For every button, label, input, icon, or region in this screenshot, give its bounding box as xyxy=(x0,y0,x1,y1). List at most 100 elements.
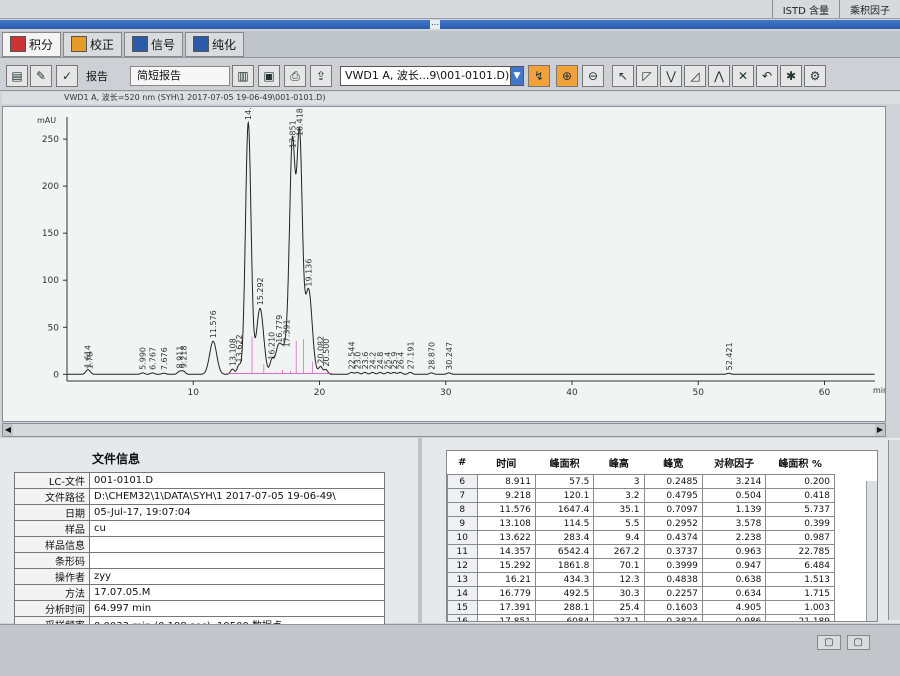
window-title-bar: ⋯ xyxy=(0,20,900,29)
panel-divider[interactable] xyxy=(418,438,422,623)
peak-table-header[interactable]: 峰宽 xyxy=(644,451,703,475)
settings-icon[interactable]: ⚙ xyxy=(804,65,826,87)
peak-label: 28.870 xyxy=(427,342,436,370)
file-info-value xyxy=(89,552,385,569)
file-info-row: 样品信息 xyxy=(14,536,385,553)
scroll-left-icon[interactable]: ◀ xyxy=(3,424,13,436)
right-scrollbar[interactable] xyxy=(888,440,900,620)
table-cell: 0.2257 xyxy=(643,586,703,601)
report-label: 报告 xyxy=(86,70,108,83)
tab-integration[interactable]: 积分 xyxy=(2,31,62,57)
tool-icon[interactable]: ✱ xyxy=(780,65,802,87)
table-cell: 0.4795 xyxy=(643,488,703,503)
tab-signal[interactable]: 信号 xyxy=(124,31,184,57)
table-row[interactable]: 9 13.108 114.5 5.5 0.2952 3.578 0.399 xyxy=(447,516,835,531)
table-cell: 16 xyxy=(447,614,478,621)
print-preview-icon[interactable]: ▥ xyxy=(232,65,254,87)
export-icon[interactable]: ⇪ xyxy=(310,65,332,87)
table-cell: 15.292 xyxy=(476,558,536,573)
table-row[interactable]: 6 8.911 57.5 3 0.2485 3.214 0.200 xyxy=(447,474,835,489)
table-row[interactable]: 16 17.851 6084 237.1 0.3824 0.986 21.189 xyxy=(447,614,835,621)
table-cell: 1861.8 xyxy=(534,558,595,573)
table-cell: 6084 xyxy=(534,614,595,621)
peak-table-header[interactable]: 峰高 xyxy=(593,451,644,475)
grip-handle-icon[interactable]: ⋯ xyxy=(430,20,440,29)
calibration-icon xyxy=(71,36,88,52)
table-row[interactable]: 10 13.622 283.4 9.4 0.4374 2.238 0.987 xyxy=(447,530,835,545)
table-cell: 7 xyxy=(447,488,478,503)
table-cell: 114.5 xyxy=(534,516,595,531)
load-icon[interactable]: ▤ xyxy=(6,65,28,87)
table-cell: 0.418 xyxy=(765,488,835,503)
file-info-value: 17.07.05.M xyxy=(89,584,385,601)
view-tabs: 积分 校正 信号 纯化 xyxy=(0,31,900,58)
table-row[interactable]: 13 16.21 434.3 12.3 0.4838 0.638 1.513 xyxy=(447,572,835,587)
table-row[interactable]: 7 9.218 120.1 3.2 0.4795 0.504 0.418 xyxy=(447,488,835,503)
manual-integrate-icon[interactable]: ⋀ xyxy=(708,65,730,87)
peak-table-header[interactable]: 时间 xyxy=(477,451,536,475)
table-cell: 5.5 xyxy=(593,516,645,531)
table-cell: 57.5 xyxy=(534,474,595,489)
peak-label: 1.78 xyxy=(85,352,94,370)
file-info-key: 操作者 xyxy=(14,568,90,585)
chromatogram-chart[interactable]: mAUmin0501001502002501020304050601.6141.… xyxy=(2,106,886,422)
table-cell: 237.1 xyxy=(593,614,645,621)
window-button[interactable]: ▢ xyxy=(817,635,841,650)
table-row[interactable]: 11 14.357 6542.4 267.2 0.3737 0.963 22.785 xyxy=(447,544,835,559)
signal-select[interactable]: VWD1 A, 波长...9\001-0101.D) xyxy=(340,66,516,86)
tab-label: 校正 xyxy=(90,37,115,52)
scroll-right-icon[interactable]: ▶ xyxy=(875,424,885,436)
table-row[interactable]: 8 11.576 1647.4 35.1 0.7097 1.139 5.737 xyxy=(447,502,835,517)
undo-icon[interactable]: ↶ xyxy=(756,65,778,87)
integration-icon xyxy=(10,36,26,52)
tangent-skim-icon[interactable]: ◿ xyxy=(684,65,706,87)
peak-table-header[interactable]: 峰面积 % xyxy=(765,451,835,475)
peak-table-panel: # 时间 峰面积 峰高 峰宽 对称因子 峰面积 % 6 8.911 57.5 3 0.2485 3.2… xyxy=(446,450,878,622)
table-cell: 0.947 xyxy=(701,558,767,573)
table-row[interactable]: 15 17.391 288.1 25.4 0.1603 4.905 1.003 xyxy=(447,600,835,615)
table-cell: 3.214 xyxy=(701,474,767,489)
edit-icon[interactable]: ✓ xyxy=(56,65,78,87)
zoom-out-icon[interactable]: ⊖ xyxy=(582,65,604,87)
delete-peak-icon[interactable]: ✕ xyxy=(732,65,754,87)
table-cell: 0.3999 xyxy=(643,558,703,573)
file-info-key: 分析时间 xyxy=(14,600,90,617)
peak-table-scrollbar[interactable] xyxy=(866,481,877,621)
draw-baseline-icon[interactable]: ◸ xyxy=(636,65,658,87)
y-tick-label: 200 xyxy=(42,182,59,192)
peak-label: 20.500 xyxy=(322,339,331,367)
x-tick-label: 50 xyxy=(693,388,705,398)
cursor-icon[interactable]: ↯ xyxy=(528,65,550,87)
report-style-select[interactable]: 简短报告 xyxy=(130,66,230,86)
peak-table-header[interactable]: 对称因子 xyxy=(702,451,766,475)
table-cell: 0.963 xyxy=(701,544,767,559)
table-cell: 1647.4 xyxy=(534,502,595,517)
horizontal-scrollbar[interactable]: ◀ ▶ xyxy=(2,423,886,437)
file-info-row: 方法 17.07.05.M xyxy=(14,584,385,601)
method-icon[interactable]: ✎ xyxy=(30,65,52,87)
chevron-down-icon[interactable]: ▼ xyxy=(510,66,524,86)
file-info-row: 样品 cu xyxy=(14,520,385,537)
y-tick-label: 0 xyxy=(53,370,59,380)
peak-table-header[interactable]: 峰面积 xyxy=(535,451,594,475)
split-peak-icon[interactable]: ⋁ xyxy=(660,65,682,87)
window-button[interactable]: ▢ xyxy=(846,635,870,650)
table-cell: 13.622 xyxy=(476,530,536,545)
file-info-value: cu xyxy=(89,520,385,537)
table-cell: 9.218 xyxy=(476,488,536,503)
table-cell: 11 xyxy=(447,544,478,559)
peak-table-header[interactable]: # xyxy=(447,451,477,475)
tab-label: 纯化 xyxy=(212,37,237,52)
table-row[interactable]: 14 16.779 492.5 30.3 0.2257 0.634 1.715 xyxy=(447,586,835,601)
file-info-key: 文件路径 xyxy=(14,488,90,505)
table-row[interactable]: 12 15.292 1861.8 70.1 0.3999 0.947 6.484 xyxy=(447,558,835,573)
table-cell: 288.1 xyxy=(534,600,595,615)
zoom-in-icon[interactable]: ⊕ xyxy=(556,65,578,87)
print-setup-icon[interactable]: ▣ xyxy=(258,65,280,87)
print-icon[interactable]: ⎙ xyxy=(284,65,306,87)
tab-purity[interactable]: 纯化 xyxy=(185,31,245,57)
tab-calibration[interactable]: 校正 xyxy=(63,31,123,57)
table-cell: 0.399 xyxy=(765,516,835,531)
table-cell: 434.3 xyxy=(534,572,595,587)
select-arrow-icon[interactable]: ↖ xyxy=(612,65,634,87)
